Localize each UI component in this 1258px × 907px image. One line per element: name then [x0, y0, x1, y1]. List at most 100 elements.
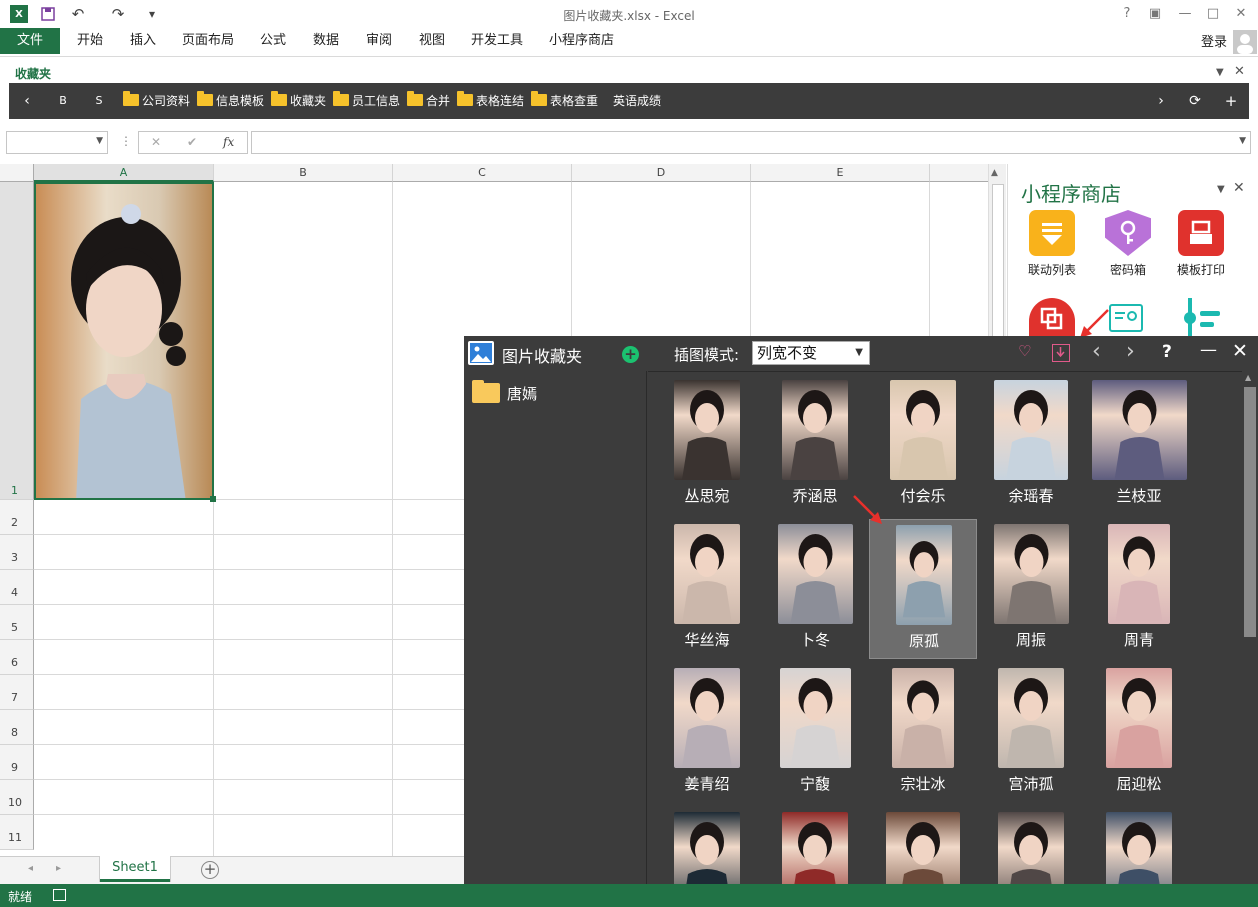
pane-close-icon[interactable]: ✕ [1233, 180, 1245, 196]
download-icon[interactable] [1052, 344, 1070, 362]
scroll-thumb[interactable] [1244, 387, 1256, 637]
tab-home[interactable]: 开始 [77, 28, 103, 54]
column-header[interactable]: A [34, 164, 214, 182]
row-header[interactable]: 3 [0, 535, 34, 570]
fill-handle[interactable] [210, 496, 216, 502]
expand-formula-icon[interactable]: ▼ [1239, 136, 1246, 146]
row-header[interactable]: 9 [0, 745, 34, 780]
row-header[interactable]: 11 [0, 815, 34, 850]
sheet-tab-active[interactable]: Sheet1 [100, 856, 170, 882]
ribbon-display-icon[interactable]: ▣ [1144, 6, 1166, 22]
tab-mini-store[interactable]: 小程序商店 [549, 28, 614, 54]
row-header[interactable]: 4 [0, 570, 34, 605]
help-icon[interactable]: ? [1162, 342, 1172, 362]
maximize-icon[interactable]: □ [1202, 6, 1224, 22]
tab-developer[interactable]: 开发工具 [471, 28, 523, 54]
thumbnail[interactable]: 姜青绍 [653, 663, 761, 803]
row-header[interactable]: 6 [0, 640, 34, 675]
next-icon[interactable]: › [1126, 339, 1135, 364]
formula-input[interactable]: ▼ [251, 131, 1251, 154]
tab-data[interactable]: 数据 [313, 28, 339, 54]
column-header[interactable]: C [393, 164, 572, 182]
thumbnail-selected[interactable]: 原孤 [869, 519, 977, 659]
row-header[interactable]: 8 [0, 710, 34, 745]
pane-options-icon[interactable]: ▼ [1217, 184, 1225, 195]
app-tile[interactable]: 密码箱 [1093, 210, 1163, 278]
favorite-item[interactable]: 公司资料 [123, 83, 190, 119]
help-icon[interactable]: ? [1116, 6, 1138, 22]
settings-app-icon[interactable] [1178, 298, 1228, 336]
file-tab[interactable]: 文件 [0, 28, 60, 54]
avatar[interactable] [1233, 30, 1257, 54]
favorite-item[interactable]: 表格连结 [457, 83, 524, 119]
row-header[interactable]: 2 [0, 500, 34, 535]
row-header[interactable]: 7 [0, 675, 34, 710]
scroll-up-icon[interactable]: ▲ [991, 168, 998, 178]
thumbnail[interactable]: 余瑶春 [977, 375, 1085, 515]
enter-icon[interactable]: ✔ [187, 135, 197, 149]
thumbnail[interactable]: 华丝海 [653, 519, 761, 659]
row-header[interactable]: 10 [0, 780, 34, 815]
thumbnail[interactable]: 宫沛孤 [977, 663, 1085, 803]
add-favorite-icon[interactable]: + [1223, 83, 1239, 119]
id-card-app-icon[interactable] [1109, 304, 1143, 332]
pane-close-icon[interactable]: ✕ [1234, 64, 1245, 79]
heart-icon[interactable]: ♡ [1018, 342, 1031, 360]
row-header[interactable]: 1 [0, 182, 34, 500]
favorite-item[interactable]: 表格查重 [531, 83, 598, 119]
tab-insert[interactable]: 插入 [130, 28, 156, 54]
thumbnail[interactable]: 宗壮冰 [869, 663, 977, 803]
app-tile[interactable]: 模板打印 [1166, 210, 1236, 278]
column-header[interactable]: D [572, 164, 751, 182]
macro-record-icon[interactable] [53, 889, 66, 901]
favorite-item[interactable]: 信息模板 [197, 83, 264, 119]
favorite-item[interactable]: 员工信息 [333, 83, 400, 119]
column-header[interactable]: B [214, 164, 393, 182]
name-box[interactable]: ▼ [6, 131, 108, 154]
scroll-right-icon[interactable]: › [1153, 83, 1169, 119]
prev-icon[interactable]: ‹ [1092, 339, 1101, 364]
column-header[interactable]: E [751, 164, 930, 182]
insert-mode-select[interactable]: 列宽不变 ▼ [752, 341, 870, 365]
folder-item[interactable]: 唐嫣 [472, 380, 642, 405]
select-all-corner[interactable] [0, 164, 34, 182]
bold-button[interactable]: B [55, 83, 71, 119]
scroll-up-icon[interactable]: ▲ [1245, 373, 1251, 382]
minimize-icon[interactable]: — [1174, 6, 1196, 22]
thumbnail[interactable]: 兰枝亚 [1085, 375, 1193, 515]
favorite-item[interactable]: 合并 [407, 83, 450, 119]
merge-app-icon[interactable] [1029, 298, 1075, 336]
sheet-prev-icon[interactable]: ◂ [28, 863, 33, 874]
thumbnail[interactable]: 丛思宛 [653, 375, 761, 515]
thumbnail[interactable]: 卜冬 [761, 519, 869, 659]
scroll-thumb[interactable] [992, 184, 1004, 344]
thumbnail[interactable]: 屈迎松 [1085, 663, 1193, 803]
refresh-icon[interactable]: ⟳ [1185, 83, 1205, 119]
minimize-icon[interactable]: — [1200, 340, 1217, 360]
add-sheet-icon[interactable]: + [201, 861, 219, 879]
app-tile[interactable]: 联动列表 [1017, 210, 1087, 278]
scroll-left-icon[interactable]: ‹ [19, 83, 35, 119]
column-header[interactable] [930, 164, 990, 182]
sheet-next-icon[interactable]: ▸ [56, 863, 61, 874]
thumbnail[interactable]: 周青 [1085, 519, 1193, 659]
vertical-scrollbar[interactable]: ▲ [988, 164, 1006, 344]
favorite-item[interactable]: 英语成绩 [613, 83, 661, 119]
close-icon[interactable]: ✕ [1230, 6, 1252, 22]
tab-review[interactable]: 审阅 [366, 28, 392, 54]
favorite-item[interactable]: 收藏夹 [271, 83, 326, 119]
chevron-down-icon[interactable]: ▼ [855, 342, 863, 364]
cancel-icon[interactable]: ✕ [151, 135, 161, 149]
inserted-picture[interactable] [34, 182, 214, 500]
insert-function-icon[interactable]: fx [223, 135, 234, 149]
pane-options-icon[interactable]: ▼ [1216, 67, 1224, 78]
name-box-dropdown-icon[interactable]: ▼ [96, 136, 103, 146]
panel-scrollbar[interactable]: ▲ ▼ [1242, 371, 1258, 907]
close-icon[interactable]: ✕ [1232, 340, 1248, 362]
login-link[interactable]: 登录 [1201, 31, 1227, 50]
add-folder-icon[interactable]: + [622, 346, 639, 363]
row-header[interactable]: 5 [0, 605, 34, 640]
tab-formulas[interactable]: 公式 [260, 28, 286, 54]
strike-button[interactable]: S [91, 83, 107, 119]
tab-page-layout[interactable]: 页面布局 [182, 28, 234, 54]
